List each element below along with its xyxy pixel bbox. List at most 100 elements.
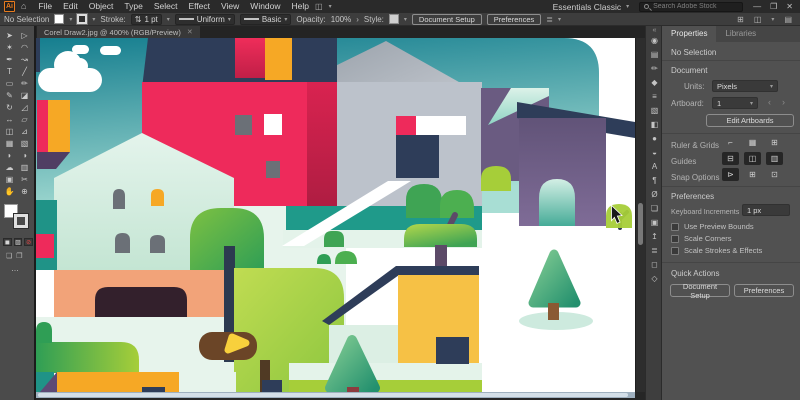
chevron-down-icon[interactable]: ▾	[771, 16, 774, 23]
draw-normal-icon[interactable]: ❏	[6, 252, 12, 260]
workspace-switcher[interactable]: Essentials Classic ▾	[553, 2, 630, 12]
snap-to-point-icon[interactable]: ⊳	[722, 168, 739, 181]
style-swatch[interactable]	[389, 14, 399, 24]
artboard-tool-icon[interactable]: ▣	[2, 174, 17, 186]
vertical-scroll-handle[interactable]	[638, 203, 643, 245]
smart-guides-icon[interactable]: ▥	[766, 152, 783, 165]
lock-guides-icon[interactable]: ◫	[744, 152, 761, 165]
opacity-value[interactable]: 100%	[331, 15, 351, 24]
glyphs-icon[interactable]: Ø	[651, 190, 657, 199]
document-setup-button[interactable]: Document Setup	[412, 14, 482, 25]
scale-tool-icon[interactable]: ◿	[17, 102, 32, 114]
selection-tool-icon[interactable]: ➤	[2, 30, 17, 42]
brushes-icon[interactable]: ✏	[651, 64, 658, 73]
horizontal-scroll-handle[interactable]	[38, 393, 628, 397]
chevron-down-icon[interactable]: ▾	[92, 16, 95, 23]
symbols-icon[interactable]: ◆	[651, 78, 657, 87]
chevron-down-icon[interactable]: ▾	[404, 16, 407, 23]
eyedropper-tool-icon[interactable]: ◗	[2, 150, 17, 162]
menu-view[interactable]: View	[221, 0, 239, 13]
color-button[interactable]: ◼	[3, 238, 12, 246]
qa-preferences-button[interactable]: Preferences	[734, 284, 794, 297]
width-tool-icon[interactable]: ↔	[2, 114, 17, 126]
color-icon[interactable]: ●	[652, 134, 657, 143]
menu-window[interactable]: Window	[250, 0, 280, 13]
none-button[interactable]: ⊘	[24, 238, 33, 246]
more-tools-button[interactable]: …	[11, 264, 20, 273]
show-guides-icon[interactable]: ⊟	[722, 152, 739, 165]
stock-search[interactable]	[639, 2, 743, 12]
snap-to-grid-icon[interactable]: ⊞	[744, 168, 761, 181]
menu-select[interactable]: Select	[154, 0, 178, 13]
column-graph-tool-icon[interactable]: ▥	[17, 162, 32, 174]
appearance-icon[interactable]: ◉	[651, 36, 658, 45]
vertical-scrollbar[interactable]	[635, 38, 645, 392]
grid-icon[interactable]: ▦	[744, 136, 761, 149]
pencil-tool-icon[interactable]: ✎	[2, 90, 17, 102]
close-button[interactable]: ✕	[786, 2, 793, 11]
gradient-icon[interactable]: ▧	[651, 106, 659, 115]
type-tool-icon[interactable]: T	[2, 66, 17, 78]
mesh-tool-icon[interactable]: ▦	[2, 138, 17, 150]
chevron-down-icon[interactable]: ▾	[69, 16, 72, 23]
chevron-down-icon[interactable]: ▾	[558, 16, 561, 23]
maximize-button[interactable]: ❐	[770, 2, 777, 11]
checkbox-icon[interactable]	[671, 235, 679, 243]
menu-edit[interactable]: Edit	[63, 0, 78, 13]
edit-artboards-button[interactable]: Edit Artboards	[706, 114, 794, 127]
home-icon[interactable]: ⌂	[21, 2, 26, 11]
curvature-tool-icon[interactable]: ↝	[17, 54, 32, 66]
gradient-button[interactable]: ▨	[14, 238, 23, 246]
menu-type[interactable]: Type	[124, 0, 142, 13]
preferences-button[interactable]: Preferences	[487, 14, 541, 25]
symbol-sprayer-tool-icon[interactable]: ☁	[2, 162, 17, 174]
opacity-options-icon[interactable]: ›	[356, 15, 359, 24]
prev-artboard-icon[interactable]: ‹	[768, 97, 771, 107]
layers-icon[interactable]: ❏	[651, 204, 658, 213]
blend-tool-icon[interactable]: ◑	[17, 150, 32, 162]
stepper-icon[interactable]: ⇅	[135, 15, 142, 24]
menu-object[interactable]: Object	[89, 0, 114, 13]
screen-mode-icon[interactable]: ◫	[754, 15, 762, 24]
pixel-grid-icon[interactable]: ⊞	[766, 136, 783, 149]
stroke-weight-field[interactable]: ⇅ 1 pt	[131, 14, 162, 25]
swatches-icon[interactable]: ▤	[651, 50, 659, 59]
chevron-down-icon[interactable]: ▾	[167, 16, 170, 23]
libraries-icon[interactable]: ◇	[651, 274, 657, 283]
keyboard-increments-field[interactable]	[742, 204, 790, 216]
horizontal-scrollbar[interactable]	[36, 392, 635, 398]
units-dropdown[interactable]: Pixels ▾	[712, 80, 778, 92]
close-tab-icon[interactable]: ✕	[187, 28, 193, 36]
width-profile-dropdown[interactable]: Uniform ▾	[175, 14, 235, 25]
minimize-button[interactable]: —	[753, 2, 761, 11]
zoom-tool-icon[interactable]: ⊕	[17, 186, 32, 198]
chevron-down-icon[interactable]: ▾	[329, 3, 332, 10]
perspective-grid-tool-icon[interactable]: ⊿	[17, 126, 32, 138]
stroke-swatch[interactable]	[14, 214, 28, 228]
tab-libraries[interactable]: Libraries	[716, 26, 765, 42]
menu-effect[interactable]: Effect	[188, 0, 210, 13]
align-icon[interactable]: ≣	[651, 246, 658, 255]
stroke-color-swatch[interactable]	[77, 14, 87, 24]
canvas-artwork[interactable]	[36, 38, 635, 392]
scale-strokes-effects-row[interactable]: Scale Strokes & Effects	[671, 246, 762, 255]
shape-builder-tool-icon[interactable]: ◫	[2, 126, 17, 138]
menu-help[interactable]: Help	[292, 0, 309, 13]
artboards-icon[interactable]: ▣	[651, 218, 659, 227]
fill-color-swatch[interactable]	[54, 14, 64, 24]
control-options-icon[interactable]: ≣	[546, 15, 553, 24]
free-transform-tool-icon[interactable]: ▱	[17, 114, 32, 126]
brush-dropdown[interactable]: Basic ▾	[240, 14, 292, 25]
slice-tool-icon[interactable]: ✂	[17, 174, 32, 186]
document-tab[interactable]: Corel Draw2.jpg @ 400% (RGB/Preview) ✕	[37, 26, 200, 38]
pen-tool-icon[interactable]: ✒	[2, 54, 17, 66]
transparency-icon[interactable]: ◧	[651, 120, 659, 129]
app-frame-icon[interactable]: ▤	[784, 15, 792, 24]
checkbox-icon[interactable]	[671, 223, 679, 231]
corner-ruler-icon[interactable]: ⌐	[722, 136, 739, 149]
direct-selection-tool-icon[interactable]: ▷	[17, 30, 32, 42]
arrange-documents-icon[interactable]: ⊞	[737, 15, 744, 24]
line-segment-tool-icon[interactable]: ╱	[17, 66, 32, 78]
color-guide-icon[interactable]: ◒	[652, 148, 657, 157]
rectangle-tool-icon[interactable]: ▭	[2, 78, 17, 90]
